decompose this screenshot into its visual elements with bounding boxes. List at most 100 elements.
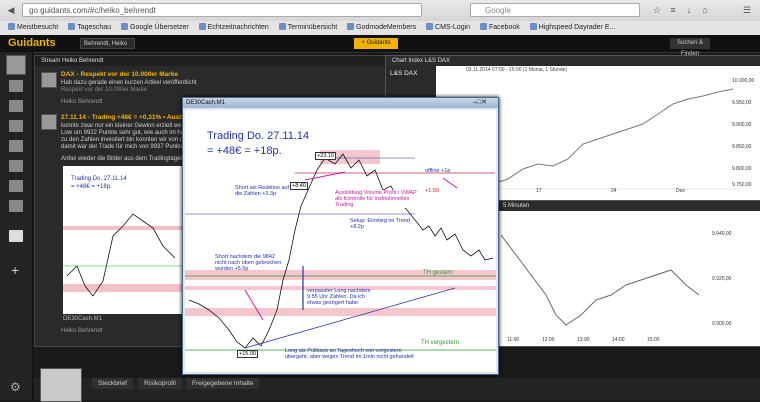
annotation: Ausbildung Volume Profil / VWAP als Kont… [335,190,423,208]
bookmark-item[interactable]: Tageschau [68,21,111,35]
tab-freigegebene-inhalte[interactable]: Freigegebene Inhalte [186,378,260,389]
tab-risikoprofil[interactable]: Risikoprofil [138,378,182,389]
price-box: +23.10 [315,152,336,160]
post-text: konnte zwar nur ein kleiner Gewinn erzie… [61,123,184,129]
dashboard-icon[interactable] [9,80,23,92]
chart-window[interactable]: DE30Cash,M1 –□✕ +23.10 +8.40 +1.50 +15.0… [182,97,499,375]
post-image[interactable]: Trading Do. 27.11.14 = +48€ = +18p. [63,166,183,314]
bookmark-item[interactable]: Facebook [480,21,520,35]
symbol-label: L&S DAX [390,70,418,77]
logo: Guidants [8,37,56,49]
search-button[interactable]: Suchen & Finden [670,38,710,57]
window-title: DE30Cash,M1 [186,100,226,106]
x-tick: 12:00 [542,337,555,343]
chart-icon[interactable] [9,230,23,242]
post-link[interactable]: Respekt vor der 10.000er Marke [61,87,147,94]
bookmark-icon [529,23,537,30]
window-controls[interactable]: –□✕ [473,98,487,108]
y-tick: 9.900,00 [732,122,752,128]
tab-steckbrief[interactable]: Steckbrief [92,378,133,389]
bookmark-icon [426,23,434,30]
price-box: +1.50 [425,188,439,194]
price-line [188,153,494,349]
bookmark-icon [121,23,129,30]
bookmark-item[interactable]: Terminübersicht [278,21,337,35]
post-text: Low um 9922 Punkte sehr gut, wie auch im… [61,130,185,136]
y-tick: 9.940,00 [712,231,732,237]
y-tick: 9.800,00 [732,166,752,172]
bookmark-item[interactable]: Meistbesucht [8,21,58,35]
left-nav: + ⚙ [0,52,33,400]
bookmark-item[interactable]: Google Übersetzer [121,21,189,35]
annotation: offline +1p [425,168,451,174]
post-title[interactable]: DAX - Respekt vor der 10.000er Marke [61,71,178,78]
stream-icon[interactable] [9,120,23,132]
add-workspace-button[interactable]: + Guidants Master [354,38,398,57]
app-header: Guidants Behrendt, Heiko + Guidants Mast… [0,35,760,57]
y-tick: 9.920,00 [712,276,732,282]
annotation: verpasster Long nachdem 9.55 Uhr Zahlen.… [307,288,371,306]
post-author[interactable]: Heiko Behrendt [61,99,102,106]
y-tick: 9.900,00 [712,321,732,327]
bookmark-item[interactable]: CMS-Login [426,21,470,35]
price-box: +15.00 [237,350,258,358]
zone-band [63,226,183,230]
y-tick: 9.850,00 [732,144,752,150]
bookmark-icon [198,23,206,30]
bookmark-list-icon[interactable]: ≡ [666,3,680,17]
bookmark-icon [68,23,76,30]
bookmark-item[interactable]: GodmodeMembers [347,21,416,35]
post-author[interactable]: Heiko Behrendt [61,328,102,335]
level-label: TH gestern [423,270,453,276]
panel-title: Stream Heiko Behrendt [35,56,385,66]
annotation: Short als Reaktion auf die Zahlen +3.3p [235,185,290,197]
bookmark-icon [347,23,355,30]
panel-title: Chart Index L&S DAX [386,56,760,66]
browser-toolbar: ◀ go.guidants.com/#c/heiko_behrendt Goog… [0,0,760,22]
annotation: Short nachdem die 9842 nicht nach oben g… [215,254,282,272]
x-tick: 13:00 [577,337,590,343]
window-titlebar[interactable]: DE30Cash,M1 [183,98,498,108]
panel-title: 5 Minuten [497,201,760,211]
post-text: Hab dazu gerade einen kurzen Artikel ver… [61,80,197,86]
arrow [442,177,458,189]
post-text: damit war der Trade für mich von 9937 Pu… [61,144,185,150]
chart-date: 03.11.2014 07:00 - 15:00 (1 Monat, 1 Stu… [466,67,568,73]
star-icon[interactable]: ☆ [650,3,664,17]
url-input[interactable]: go.guidants.com/#c/heiko_behrendt [22,3,422,17]
add-icon[interactable]: + [11,262,19,278]
y-tick: 10.000,00 [732,78,755,84]
profile-avatar[interactable] [40,368,82,402]
image-label: DE30Cash,M1 [63,316,103,322]
zone-band [185,308,496,316]
bookmark-item[interactable]: Highspeed Dayrader E... [529,21,615,35]
annotation: Setup: Einstieg im Trend +8.2p [350,218,410,230]
chat-icon[interactable] [9,180,23,192]
chart-subheading: = +48€ = +18p. [207,145,282,157]
bookmark-icon [480,23,487,30]
thumb-heading: Trading Do. 27.11.14 [71,176,127,182]
calendar-icon[interactable] [9,160,23,172]
search-input[interactable]: Google [470,3,640,17]
chart-plot[interactable]: +23.10 +8.40 +1.50 +15.00 Trading Do. 27… [185,110,496,372]
gear-icon[interactable]: ⚙ [10,380,21,394]
avatar[interactable] [6,55,26,75]
y-tick: 9.750,00 [732,182,752,188]
signal-icon[interactable] [9,200,23,212]
line-chart[interactable] [501,215,701,340]
bookmark-item[interactable]: Echtzeitnachrichten [198,21,269,35]
home-icon[interactable]: ⌂ [698,3,712,17]
annotation: Long als Pullback an Tageshoch von vorge… [285,348,414,360]
x-tick: 24 [611,188,617,194]
x-tick: 14:00 [612,337,625,343]
download-icon[interactable]: ↓ [682,3,696,17]
back-icon[interactable]: ◀ [4,3,18,17]
menu-icon[interactable]: ☰ [740,3,754,17]
y-tick: 9.950,00 [732,100,752,106]
post-title[interactable]: 27.11.14 - Trading +48€ = +0,31% • Ausbi… [61,114,195,121]
folder-icon[interactable] [9,140,23,152]
x-tick: 11:00 [507,337,520,343]
list-icon[interactable] [9,100,23,112]
workspace-select[interactable]: Behrendt, Heiko [80,38,135,49]
price-line [477,88,734,195]
